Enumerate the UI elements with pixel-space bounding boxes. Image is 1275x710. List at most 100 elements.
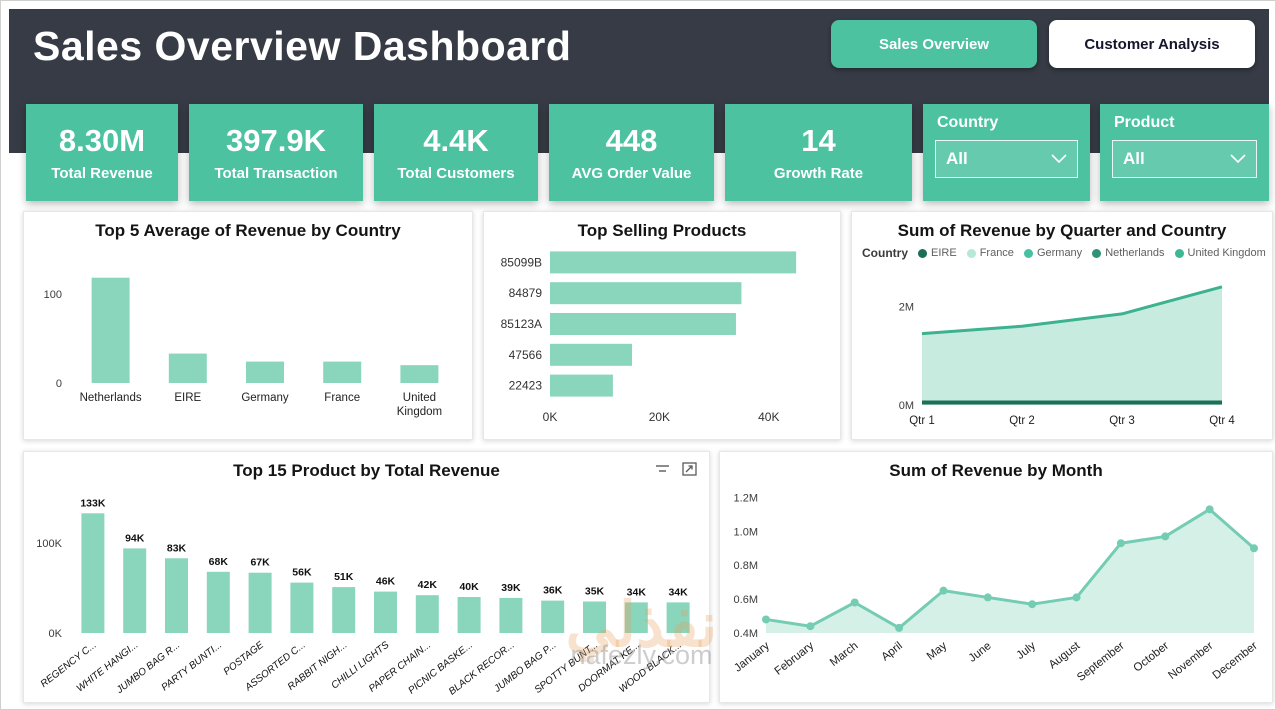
x-category-label: EIRE (174, 392, 201, 404)
bar[interactable] (332, 587, 356, 633)
data-point[interactable] (1205, 505, 1214, 514)
bar-value-label: 42K (418, 579, 438, 591)
bar-value-label: 34K (627, 586, 647, 598)
tab-customer-analysis[interactable]: Customer Analysis (1049, 20, 1255, 68)
bar[interactable] (323, 361, 362, 383)
bar[interactable] (91, 277, 130, 383)
top-selling-products-chart[interactable]: 85099B 84879 85123A 47566 22423 0K 20K 40K (484, 241, 838, 431)
data-point[interactable] (850, 598, 859, 607)
x-category-label: Germany (241, 392, 289, 404)
bar[interactable] (550, 313, 736, 335)
panel-avg-revenue-by-country: Top 5 Average of Revenue by Country 100 0… (23, 211, 473, 440)
kpi-value: 14 (801, 123, 836, 159)
y-tick: 1.0M (734, 526, 758, 538)
y-tick: 100K (36, 538, 62, 550)
kpi-value: 448 (605, 123, 658, 159)
kpi-card-total-revenue: 8.30M Total Revenue (26, 104, 178, 201)
data-point[interactable] (806, 622, 815, 631)
bar-value-label: 40K (459, 581, 479, 593)
bar[interactable] (168, 353, 207, 383)
revenue-by-month-chart[interactable]: 1.2M 1.0M 0.8M 0.6M 0.4MJanuary February March… (720, 481, 1270, 695)
legend-item[interactable]: France (966, 247, 1014, 259)
bar[interactable] (246, 361, 284, 383)
bar[interactable] (415, 595, 439, 633)
legend-item[interactable]: EIRE (918, 247, 957, 259)
bar[interactable] (248, 572, 272, 633)
bar-value-label: 68K (209, 556, 229, 568)
x-category-label: France (324, 392, 360, 404)
y-tick: 0K (49, 628, 63, 640)
kpi-label: Total Customers (397, 164, 515, 182)
panel-top15-products: Top 15 Product by Total Revenue 100K 0K 13… (23, 451, 710, 703)
legend-item[interactable]: Netherlands (1092, 247, 1165, 259)
y-tick: 0.6M (734, 594, 758, 606)
bar[interactable] (499, 597, 523, 633)
y-category-label: 47566 (509, 348, 543, 362)
bar-value-label: 56K (292, 567, 312, 579)
y-category-label: 85123A (501, 317, 542, 331)
bar-value-label: 94K (125, 532, 145, 544)
panel-top-selling-products: Top Selling Products 85099B 84879 85123A 47… (483, 211, 841, 440)
legend-label: EIRE (931, 247, 957, 259)
bar[interactable] (165, 558, 188, 633)
bar[interactable] (290, 582, 314, 633)
x-category-label: July (1015, 640, 1039, 662)
bar-value-label: 133K (80, 497, 106, 509)
data-point[interactable] (1161, 532, 1170, 541)
bar[interactable] (550, 282, 742, 305)
data-point[interactable] (939, 586, 948, 595)
bar-value-label: 51K (334, 571, 354, 583)
bar[interactable] (541, 600, 565, 633)
bar-value-label: 46K (376, 576, 396, 588)
product-dropdown[interactable]: All (1112, 140, 1257, 178)
y-tick: 0M (899, 400, 914, 412)
data-point[interactable] (895, 623, 904, 632)
x-category-label: August (1047, 639, 1083, 671)
data-point[interactable] (1116, 539, 1125, 548)
panel-revenue-by-month: Sum of Revenue by Month 1.2M 1.0M 0.8M 0.6M… (719, 451, 1273, 703)
legend-item[interactable]: Germany (1023, 247, 1082, 259)
bar[interactable] (81, 513, 105, 633)
bar[interactable] (583, 601, 606, 634)
bar[interactable] (550, 374, 613, 397)
country-dropdown[interactable]: All (935, 140, 1078, 178)
kpi-value: 8.30M (58, 123, 146, 159)
dashboard: Sales Overview Dashboard Sales Overview … (0, 0, 1275, 710)
bar[interactable] (550, 251, 797, 274)
legend-label: France (979, 247, 1014, 259)
bar-value-label: 83K (167, 542, 187, 554)
x-tick: 40K (758, 410, 779, 424)
bar[interactable] (123, 548, 147, 633)
bar-value-label: 36K (543, 585, 563, 597)
data-point[interactable] (983, 593, 992, 602)
bar[interactable] (624, 602, 648, 633)
product-dropdown-value: All (1123, 149, 1145, 168)
data-point[interactable] (1250, 544, 1258, 553)
x-tick: 20K (649, 410, 670, 424)
legend-dot (1092, 248, 1102, 258)
x-category-label: November (1166, 640, 1215, 682)
bar[interactable] (374, 591, 397, 633)
bar[interactable] (457, 597, 481, 633)
legend-item[interactable]: United Kingdom (1174, 247, 1266, 259)
slicer-product: Product All (1100, 104, 1269, 201)
filter-icon[interactable] (655, 462, 670, 476)
data-point[interactable] (762, 615, 770, 624)
bar[interactable] (666, 602, 690, 633)
top15-products-chart[interactable]: 100K0K133KREGENCY C...94KWHITE HANGI...8… (24, 481, 707, 698)
kpi-card-total-customers: 4.4K Total Customers (374, 104, 538, 201)
x-category-label: April (879, 640, 905, 664)
bar[interactable] (400, 365, 439, 383)
avg-revenue-by-country-chart[interactable]: 100 0 Netherlands EIRE Germany France United Ki… (24, 241, 470, 431)
tab-sales-overview[interactable]: Sales Overview (831, 20, 1037, 68)
data-point[interactable] (1072, 593, 1081, 602)
data-point[interactable] (1028, 600, 1037, 609)
x-category-label: September (1075, 640, 1127, 684)
legend-dot (1174, 248, 1184, 258)
bar[interactable] (550, 343, 633, 366)
legend-dot (1023, 248, 1033, 258)
bar[interactable] (206, 571, 230, 633)
revenue-by-quarter-country-chart[interactable]: 2M 0M Qtr 1 Qtr 2 Qtr 3 Qtr 4 (852, 263, 1270, 431)
focus-mode-icon[interactable] (682, 462, 697, 476)
page-title: Sales Overview Dashboard (33, 23, 572, 69)
